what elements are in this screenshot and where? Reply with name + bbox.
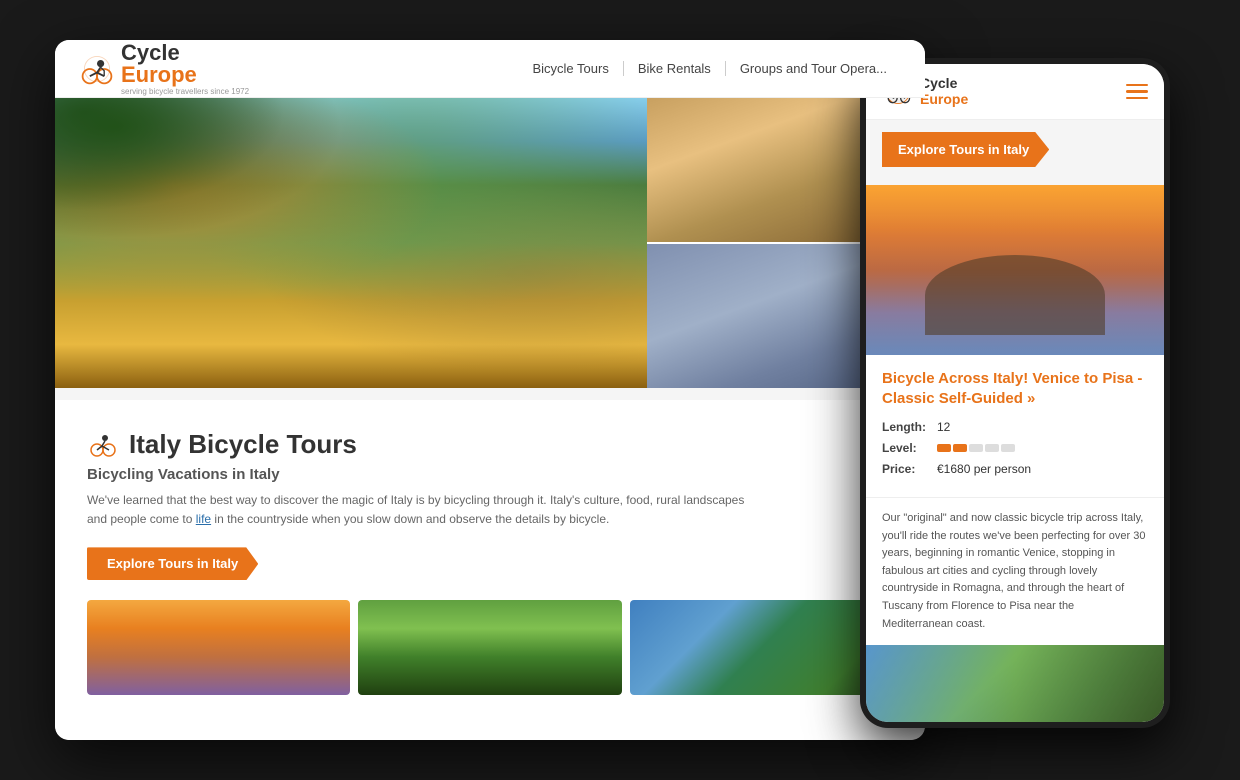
logo-tagline: serving bicycle travellers since 1972 <box>121 88 249 96</box>
mobile-logo-cycle: Cycle <box>920 76 968 91</box>
cyclists-thumbnail[interactable] <box>358 600 621 695</box>
mobile-tour-info: Bicycle Across Italy! Venice to Pisa - C… <box>866 355 1164 497</box>
mobile-device: Cycle Europe Explore Tours in Italy Bicy… <box>860 58 1170 728</box>
desktop-device: Cycle Europe serving bicycle travellers … <box>55 40 925 740</box>
desktop-navbar: Cycle Europe serving bicycle travellers … <box>55 40 925 98</box>
level-indicator <box>937 444 1015 452</box>
hamburger-menu-btn[interactable] <box>1126 84 1148 100</box>
nav-groups-tour-opera[interactable]: Groups and Tour Opera... <box>726 61 901 76</box>
mobile-logo-text-group: Cycle Europe <box>920 76 968 107</box>
tour-price-row: Price: €1680 per person <box>882 462 1148 476</box>
italy-subtitle: Bicycling Vacations in Italy <box>87 466 893 483</box>
hamburger-line-2 <box>1126 90 1148 93</box>
venice-thumbnail[interactable] <box>87 600 350 695</box>
desktop-content-area: Italy Bicycle Tours Bicycling Vacations … <box>55 400 925 740</box>
mobile-content[interactable]: Explore Tours in Italy Bicycle Across It… <box>866 120 1164 722</box>
mobile-logo-europe: Europe <box>920 92 968 107</box>
desktop-logo[interactable]: Cycle Europe serving bicycle travellers … <box>79 42 249 96</box>
tour-thumbnails <box>87 600 893 695</box>
hamburger-line-3 <box>1126 97 1148 100</box>
hero-tuscany-image <box>55 98 647 388</box>
logo-cycling-icon <box>79 51 115 87</box>
gray-strip <box>55 388 925 400</box>
desktop-screen: Cycle Europe serving bicycle travellers … <box>55 40 925 740</box>
explore-tours-btn[interactable]: Explore Tours in Italy <box>87 547 258 580</box>
price-label: Price: <box>882 462 937 476</box>
hero-area <box>55 98 925 388</box>
tour-level-row: Level: <box>882 441 1148 455</box>
hamburger-line-1 <box>1126 84 1148 87</box>
italy-title-row: Italy Bicycle Tours <box>87 428 893 460</box>
venice-island-silhouette <box>925 255 1105 335</box>
logo-europe-text: Europe <box>121 64 249 86</box>
level-dot-3 <box>969 444 983 452</box>
italy-page-title: Italy Bicycle Tours <box>129 429 357 460</box>
hero-main-image <box>55 98 647 388</box>
life-link[interactable]: life <box>196 512 211 526</box>
italy-bicycle-icon <box>87 428 119 460</box>
mobile-venice-tour-image <box>866 185 1164 355</box>
mobile-explore-badge[interactable]: Explore Tours in Italy <box>882 132 1049 167</box>
mobile-screen: Cycle Europe Explore Tours in Italy Bicy… <box>866 64 1164 722</box>
length-label: Length: <box>882 420 937 434</box>
price-value: €1680 per person <box>937 462 1031 476</box>
level-label: Level: <box>882 441 937 455</box>
logo-cycle-text: Cycle <box>121 42 249 64</box>
length-value: 12 <box>937 420 950 434</box>
level-dot-1 <box>937 444 951 452</box>
mobile-cyclists-image <box>866 645 1164 722</box>
mobile-tour-description: Our "original" and now classic bicycle t… <box>866 497 1164 633</box>
nav-bicycle-tours[interactable]: Bicycle Tours <box>518 61 623 76</box>
desktop-nav-links: Bicycle Tours Bike Rentals Groups and To… <box>518 61 901 76</box>
logo-text-group: Cycle Europe serving bicycle travellers … <box>121 42 249 96</box>
tour-length-row: Length: 12 <box>882 420 1148 434</box>
level-dot-5 <box>1001 444 1015 452</box>
level-dot-2 <box>953 444 967 452</box>
nav-bike-rentals[interactable]: Bike Rentals <box>624 61 726 76</box>
mobile-tour-title[interactable]: Bicycle Across Italy! Venice to Pisa - C… <box>882 369 1148 408</box>
level-dot-4 <box>985 444 999 452</box>
italy-description: We've learned that the best way to disco… <box>87 491 767 529</box>
group-thumbnail[interactable] <box>630 600 893 695</box>
